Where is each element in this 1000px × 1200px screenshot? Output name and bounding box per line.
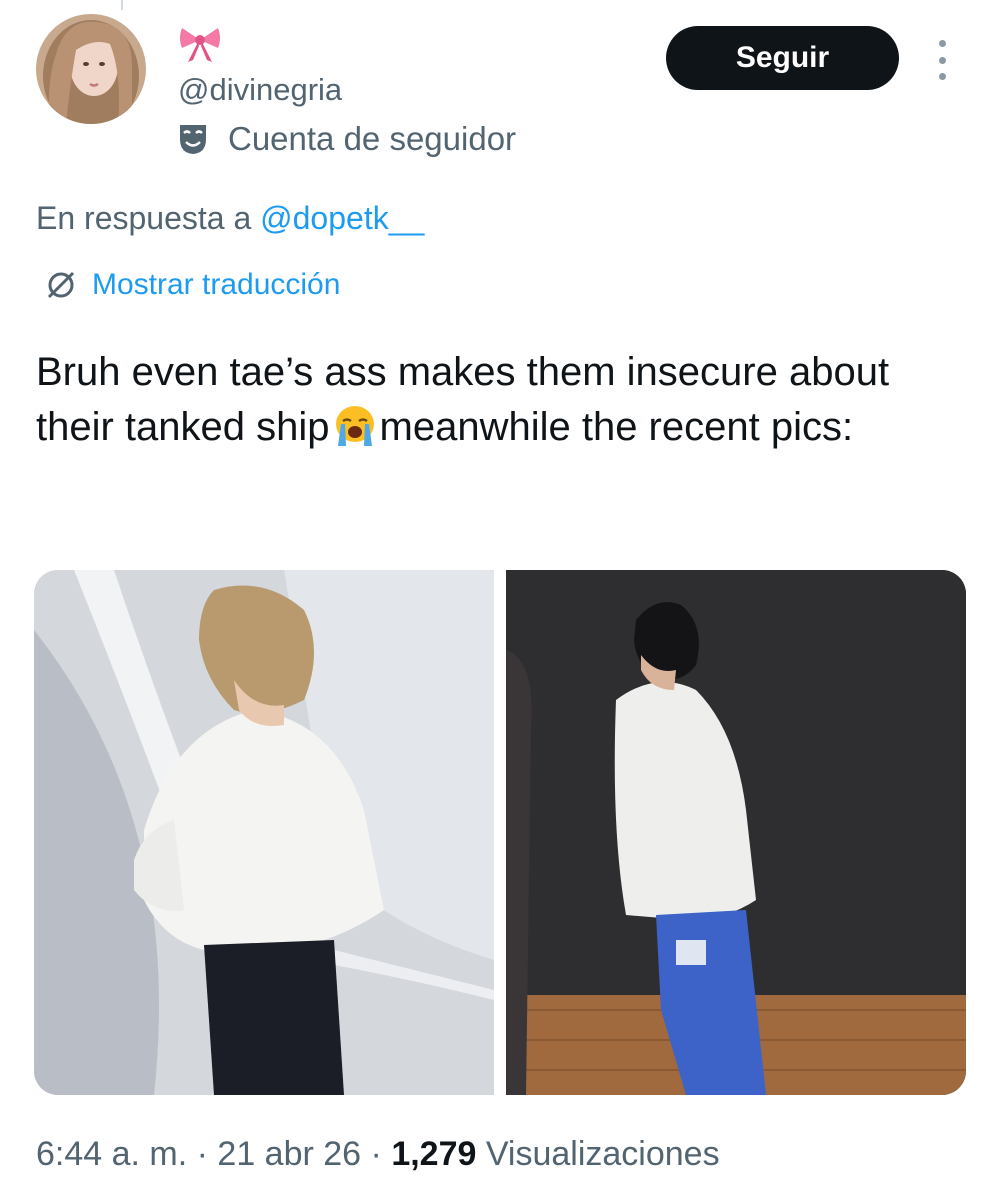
tweet-text-part2: meanwhile the recent pics:	[379, 405, 854, 449]
account-type-label: Cuenta de seguidor	[228, 120, 517, 157]
reply-prefix: En respuesta a	[36, 200, 261, 236]
tweet-time[interactable]: 6:44 a. m.	[36, 1135, 187, 1173]
avatar-image	[36, 14, 146, 124]
loudly-crying-face-icon	[334, 402, 376, 448]
avatar[interactable]	[36, 14, 146, 124]
reply-context: En respuesta a @dopetk__	[36, 200, 424, 237]
views-label: Visualizaciones	[476, 1135, 720, 1173]
follow-button[interactable]: Seguir	[666, 26, 899, 90]
tweet-text: Bruh even tae’s ass makes them insecure …	[36, 345, 966, 455]
author-handle[interactable]: @divinegria	[178, 72, 342, 108]
show-translation-button[interactable]: Mostrar traducción	[44, 268, 340, 302]
tweet-date[interactable]: 21 abr 26	[217, 1135, 361, 1173]
show-translation-label: Mostrar traducción	[92, 268, 341, 301]
thread-connector-line	[121, 0, 123, 10]
account-type: Cuenta de seguidor	[178, 120, 516, 158]
globe-slash-icon	[47, 271, 75, 299]
tweet-meta: 6:44 a. m. · 21 abr 26 · 1,279 Visualiza…	[36, 1135, 720, 1174]
photo-person-white-shirt-bright-room	[34, 570, 494, 1095]
photo-person-white-shirt-dark-room	[506, 570, 966, 1095]
reply-mention-link[interactable]: @dopetk__	[260, 200, 424, 236]
meta-separator: ·	[187, 1135, 218, 1173]
photo-1[interactable]	[34, 570, 494, 1095]
photo-2[interactable]	[506, 570, 966, 1095]
more-options-icon[interactable]	[930, 40, 954, 80]
media-grid	[34, 570, 966, 1095]
views-count: 1,279	[391, 1135, 477, 1173]
ribbon-bow-icon	[178, 24, 222, 64]
meta-separator: ·	[361, 1135, 392, 1173]
mask-icon	[180, 125, 206, 154]
